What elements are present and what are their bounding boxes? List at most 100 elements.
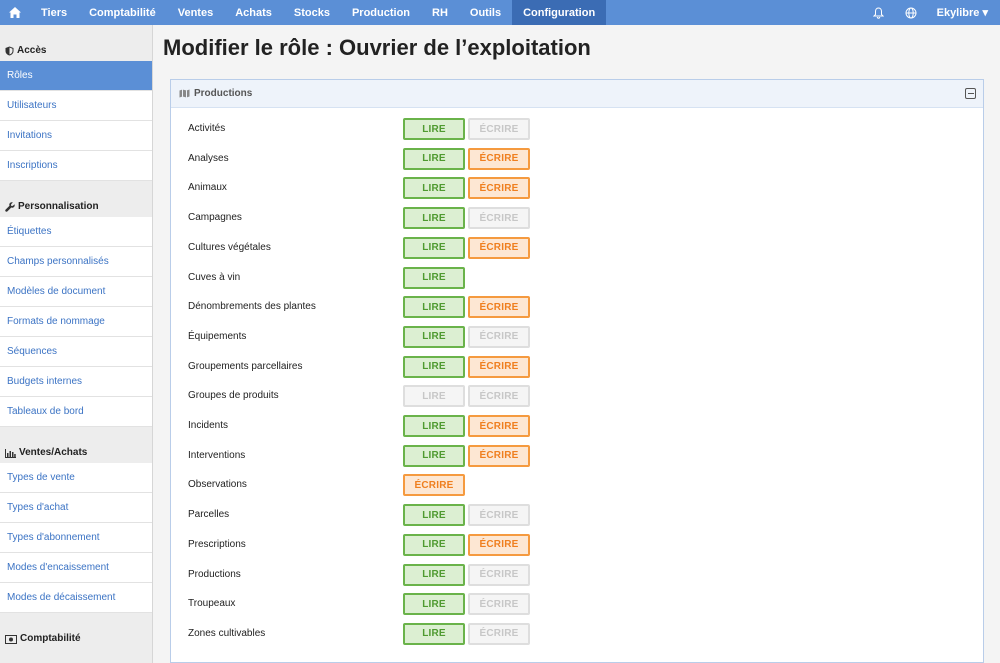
nav-stocks[interactable]: Stocks — [283, 0, 341, 25]
write-toggle-button[interactable]: ÉCRIRE — [468, 207, 530, 230]
sidebar-item-budgets-internes[interactable]: Budgets internes — [0, 367, 152, 397]
write-toggle-button[interactable]: ÉCRIRE — [468, 355, 530, 378]
collapse-icon[interactable] — [965, 88, 976, 99]
read-toggle-button[interactable]: LIRE — [403, 236, 465, 259]
permission-label: Prescriptions — [188, 538, 246, 550]
sidebar-item-formats-nommage[interactable]: Formats de nommage — [0, 307, 152, 337]
read-toggle-button[interactable]: LIRE — [403, 177, 465, 200]
read-toggle-button[interactable]: LIRE — [403, 296, 465, 319]
nav-comptabilite[interactable]: Comptabilité — [78, 0, 167, 25]
write-toggle-button[interactable]: ÉCRIRE — [468, 563, 530, 586]
write-toggle-button[interactable]: ÉCRIRE — [468, 118, 530, 140]
sidebar-section-comptabilite: Comptabilité — [0, 613, 152, 649]
permission-row: Groupes de produits LIRE ÉCRIRE — [171, 385, 983, 411]
write-toggle-button[interactable]: ÉCRIRE — [468, 385, 530, 408]
sidebar-item-types-vente[interactable]: Types de vente — [0, 463, 152, 493]
write-toggle-button[interactable]: ÉCRIRE — [468, 593, 530, 616]
read-toggle-button[interactable]: LIRE — [403, 444, 465, 467]
permission-label: Incidents — [188, 420, 229, 431]
read-toggle-button[interactable]: LIRE — [403, 563, 465, 586]
sidebar-item-sequences[interactable]: Séquences — [0, 337, 152, 367]
sidebar-section-ventes-achats: Ventes/Achats — [0, 427, 152, 463]
read-toggle-button[interactable]: LIRE — [403, 207, 465, 230]
permission-label: Zones cultivables — [188, 627, 266, 639]
write-toggle-button[interactable]: ÉCRIRE — [468, 325, 530, 348]
write-toggle-button[interactable]: ÉCRIRE — [403, 474, 465, 497]
write-toggle-button[interactable]: ÉCRIRE — [468, 147, 530, 170]
shield-icon — [5, 46, 14, 56]
nav-tiers[interactable]: Tiers — [30, 0, 78, 25]
nav-outils[interactable]: Outils — [459, 0, 512, 25]
permission-label: Analyses — [188, 152, 229, 164]
nav-ventes[interactable]: Ventes — [167, 0, 224, 25]
write-toggle-button[interactable]: ÉCRIRE — [468, 622, 530, 645]
permission-row: Incidents LIRE ÉCRIRE — [171, 415, 983, 441]
write-toggle-button[interactable]: ÉCRIRE — [468, 444, 530, 467]
nav-rh[interactable]: RH — [421, 0, 459, 25]
read-toggle-button[interactable]: LIRE — [403, 325, 465, 348]
sidebar-item-modes-decaissement[interactable]: Modes de décaissement — [0, 583, 152, 613]
read-toggle-button[interactable]: LIRE — [403, 266, 465, 289]
sidebar-item-invitations[interactable]: Invitations — [0, 121, 152, 151]
write-toggle-button[interactable]: ÉCRIRE — [468, 296, 530, 319]
home-icon[interactable] — [0, 0, 30, 25]
write-toggle-button[interactable]: ÉCRIRE — [468, 177, 530, 200]
map-icon — [179, 89, 190, 98]
permission-row: Activités LIRE ÉCRIRE — [171, 118, 983, 144]
read-toggle-button[interactable]: LIRE — [403, 415, 465, 437]
top-navbar: Tiers Comptabilité Ventes Achats Stocks … — [0, 0, 1000, 25]
permission-label: Dénombrements des plantes — [188, 301, 316, 313]
sidebar-section-title: Personnalisation — [18, 201, 99, 212]
read-toggle-button[interactable]: LIRE — [403, 385, 465, 408]
sidebar-item-champs-personnalises[interactable]: Champs personnalisés — [0, 247, 152, 277]
wrench-icon — [5, 202, 15, 212]
main-content: Modifier le rôle : Ouvrier de l’exploita… — [153, 25, 1000, 663]
permission-label: Interventions — [188, 449, 246, 461]
sidebar-item-modeles-document[interactable]: Modèles de document — [0, 277, 152, 307]
permission-row: Groupements parcellaires LIRE ÉCRIRE — [171, 355, 983, 382]
write-toggle-button[interactable]: ÉCRIRE — [468, 504, 530, 527]
read-toggle-button[interactable]: LIRE — [403, 355, 465, 378]
nav-production[interactable]: Production — [341, 0, 421, 25]
permission-row: Cultures végétales LIRE ÉCRIRE — [171, 236, 983, 263]
permission-row: Équipements LIRE ÉCRIRE — [171, 325, 983, 352]
sidebar-item-types-abonnement[interactable]: Types d'abonnement — [0, 523, 152, 553]
sidebar-item-etiquettes[interactable]: Étiquettes — [0, 217, 152, 247]
user-menu[interactable]: Ekylibre ▾ — [927, 0, 1000, 25]
read-toggle-button[interactable]: LIRE — [403, 622, 465, 645]
read-toggle-button[interactable]: LIRE — [403, 147, 465, 170]
sidebar: Accès Rôles Utilisateurs Invitations Ins… — [0, 25, 153, 663]
read-toggle-button[interactable]: LIRE — [403, 118, 465, 140]
sidebar-item-types-achat[interactable]: Types d'achat — [0, 493, 152, 523]
sidebar-item-inscriptions[interactable]: Inscriptions — [0, 151, 152, 181]
sidebar-section-personnalisation: Personnalisation — [0, 181, 152, 217]
permission-label: Activités — [188, 123, 226, 134]
write-toggle-button[interactable]: ÉCRIRE — [468, 415, 530, 437]
permission-label: Parcelles — [188, 509, 230, 521]
nav-achats[interactable]: Achats — [224, 0, 283, 25]
permission-label: Troupeaux — [188, 598, 236, 610]
permission-row: Interventions LIRE ÉCRIRE — [171, 444, 983, 471]
read-toggle-button[interactable]: LIRE — [403, 504, 465, 527]
permission-label: Observations — [188, 479, 247, 491]
money-icon — [5, 635, 17, 644]
permission-row: Parcelles LIRE ÉCRIRE — [171, 504, 983, 530]
permission-row: Analyses LIRE ÉCRIRE — [171, 147, 983, 174]
sidebar-item-modes-encaissement[interactable]: Modes d'encaissement — [0, 553, 152, 583]
read-toggle-button[interactable]: LIRE — [403, 533, 465, 556]
bell-icon[interactable] — [863, 0, 895, 25]
permission-row: Dénombrements des plantes LIRE ÉCRIRE — [171, 296, 983, 322]
sidebar-item-tableaux-bord[interactable]: Tableaux de bord — [0, 397, 152, 427]
write-toggle-button[interactable]: ÉCRIRE — [468, 236, 530, 259]
sidebar-item-utilisateurs[interactable]: Utilisateurs — [0, 91, 152, 121]
read-toggle-button[interactable]: LIRE — [403, 593, 465, 616]
sidebar-item-roles[interactable]: Rôles — [0, 61, 152, 91]
permission-label: Campagnes — [188, 212, 242, 224]
write-toggle-button[interactable]: ÉCRIRE — [468, 533, 530, 556]
productions-panel: Productions Activités LIRE ÉCRIRE Analyses L… — [170, 79, 984, 663]
nav-configuration[interactable]: Configuration — [512, 0, 607, 25]
permission-row: Observations ÉCRIRE — [171, 474, 983, 500]
globe-icon[interactable] — [895, 0, 927, 25]
sidebar-section-acces: Accès — [0, 25, 152, 61]
